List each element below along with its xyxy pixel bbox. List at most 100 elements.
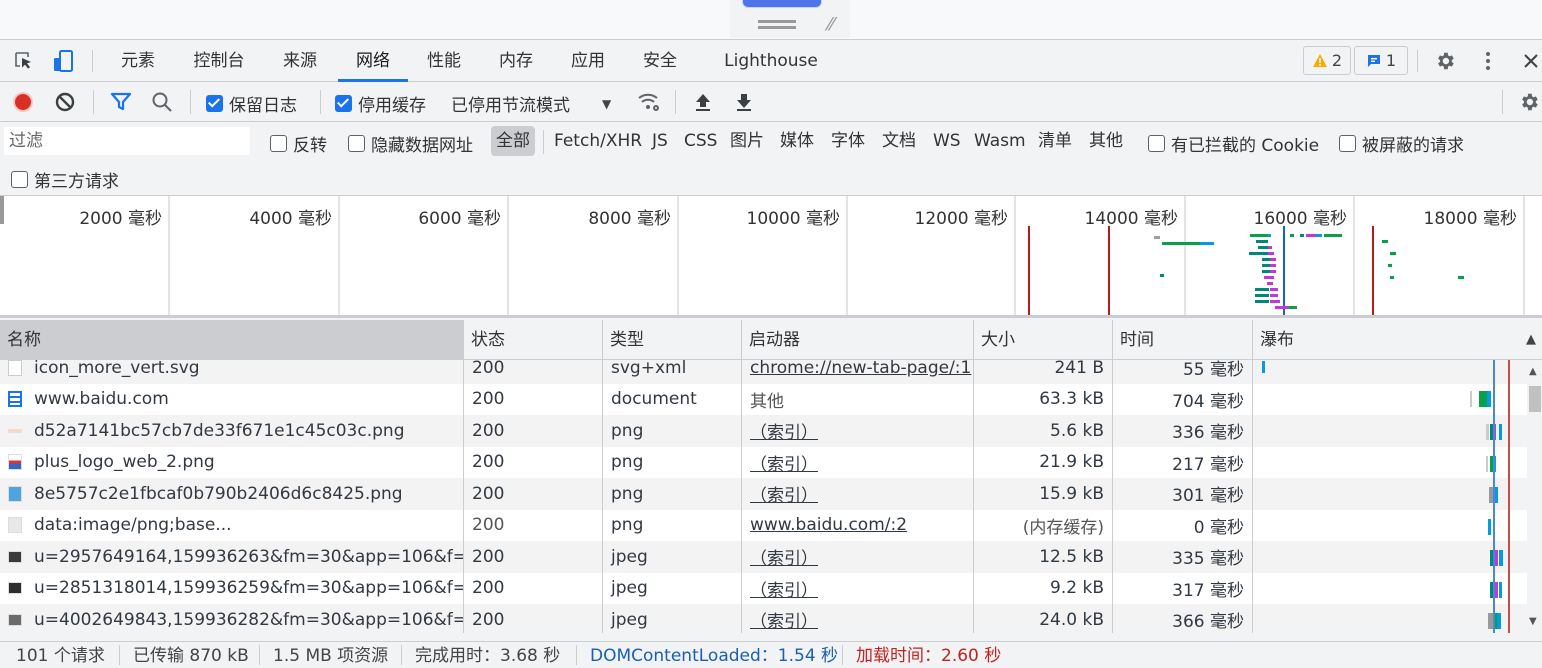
filter-type-media[interactable]: 媒体 xyxy=(775,126,819,156)
tab-lighthouse[interactable]: Lighthouse xyxy=(720,40,822,82)
device-toolbar-icon[interactable] xyxy=(51,48,77,74)
table-row[interactable]: u=4002649843,159936282&fm=30&app=106&f=J… xyxy=(0,604,1527,633)
name-value[interactable]: u=2851318014,159936259&fm=30&app=106&f=J… xyxy=(34,578,463,598)
tab-security[interactable]: 安全 xyxy=(636,40,684,82)
name-value[interactable]: data:image/png;base... xyxy=(34,515,232,535)
column-header-type[interactable]: 类型 xyxy=(603,320,742,360)
filter-type-manifest[interactable]: 清单 xyxy=(1033,126,1077,156)
filter-type-wasm[interactable]: Wasm xyxy=(969,126,1031,156)
clear-button[interactable] xyxy=(52,89,78,115)
waterfall-bar xyxy=(1495,581,1498,598)
initiator-value[interactable]: （索引） xyxy=(750,607,818,632)
devtools-resize-handle[interactable]: ⁄⁄ xyxy=(730,0,850,38)
filter-input[interactable] xyxy=(4,127,250,155)
invert-checkbox[interactable]: 反转 xyxy=(270,131,327,156)
filter-type-ws[interactable]: WS xyxy=(928,126,966,156)
blocked-requests-checkbox[interactable]: 被屏蔽的请求 xyxy=(1339,131,1464,156)
column-header-initiator[interactable]: 启动器 xyxy=(742,320,974,360)
blocked-cookies-checkbox[interactable]: 有已拦截的 Cookie xyxy=(1148,131,1319,156)
tab-memory[interactable]: 内存 xyxy=(492,40,540,82)
waterfall-bar xyxy=(1487,390,1491,407)
disable-cache-checkbox[interactable]: 停用缓存 xyxy=(335,91,426,116)
size-value: (内存缓存) xyxy=(1022,517,1104,538)
import-har-button[interactable] xyxy=(690,89,716,115)
status-value: 200 xyxy=(472,578,505,599)
name-value[interactable]: www.baidu.com xyxy=(34,389,169,409)
type-value: document xyxy=(611,389,697,410)
network-settings-gear-icon[interactable] xyxy=(1516,89,1542,115)
name-value[interactable]: icon_more_vert.svg xyxy=(34,360,200,378)
tab-elements[interactable]: 元素 xyxy=(114,40,162,82)
load-event-line xyxy=(1108,226,1110,315)
column-header-size[interactable]: 大小 xyxy=(974,320,1113,360)
scroll-down-arrow-icon[interactable]: ▼ xyxy=(1529,616,1537,627)
initiator-value[interactable]: chrome://new-tab-page/:1 xyxy=(750,360,971,378)
filter-type-css[interactable]: CSS xyxy=(679,126,722,156)
name-value[interactable]: 8e5757c2e1fbcaf0b790b2406d6c8425.png xyxy=(34,484,403,504)
table-row[interactable]: u=2957649164,159936263&fm=30&app=106&f=J… xyxy=(0,541,1527,573)
filter-type-other[interactable]: 其他 xyxy=(1084,126,1128,156)
tab-network[interactable]: 网络 xyxy=(338,40,408,82)
column-header-name[interactable]: 名称 xyxy=(0,320,464,360)
image-thumb-icon xyxy=(8,517,22,534)
cell-initiator: （索引） xyxy=(742,446,974,478)
search-button[interactable] xyxy=(149,89,175,115)
initiator-value[interactable]: （索引） xyxy=(750,418,818,443)
initiator-value[interactable]: （索引） xyxy=(750,481,818,506)
filter-type-fetch-xhr[interactable]: Fetch/XHR xyxy=(549,126,647,156)
third-party-checkbox[interactable]: 第三方请求 xyxy=(11,167,119,192)
name-value[interactable]: u=4002649843,159936282&fm=30&app=106&f=J… xyxy=(34,610,463,630)
filter-type-img[interactable]: 图片 xyxy=(725,126,769,156)
name-value[interactable]: d52a7141bc57cb7de33f671e1c45c03c.png xyxy=(34,421,404,441)
messages-badge[interactable]: 1 xyxy=(1354,46,1408,75)
filter-type-doc[interactable]: 文档 xyxy=(877,126,921,156)
throttling-select[interactable]: 已停用节流模式 ▼ xyxy=(451,91,611,116)
table-row[interactable]: plus_logo_web_2.png 200 png （索引） 21.9 kB 217 … xyxy=(0,446,1527,478)
size-value: 241 B xyxy=(1054,360,1104,378)
settings-gear-icon[interactable] xyxy=(1432,48,1458,74)
column-header-waterfall[interactable]: 瀑布 ▲ xyxy=(1253,320,1542,360)
cell-status: 200 xyxy=(464,509,603,541)
filter-type-font[interactable]: 字体 xyxy=(826,126,870,156)
table-vertical-scrollbar[interactable]: ▲ ▼ xyxy=(1527,360,1542,633)
initiator-value[interactable]: （索引） xyxy=(750,450,818,475)
name-value[interactable]: plus_logo_web_2.png xyxy=(34,452,215,472)
column-header-status[interactable]: 状态 xyxy=(464,320,603,360)
preserve-log-checkbox[interactable]: 保留日志 xyxy=(206,91,297,116)
tab-console[interactable]: 控制台 xyxy=(186,40,252,82)
scroll-up-arrow-icon[interactable]: ▲ xyxy=(1529,366,1537,377)
table-row[interactable]: data:image/png;base... 200 png www.baidu.co… xyxy=(0,509,1527,541)
close-icon[interactable] xyxy=(1518,48,1542,74)
name-value[interactable]: u=2957649164,159936263&fm=30&app=106&f=J… xyxy=(34,547,463,567)
table-row[interactable]: u=2851318014,159936259&fm=30&app=106&f=J… xyxy=(0,572,1527,604)
overview-request-bar xyxy=(1262,258,1270,261)
table-row[interactable]: d52a7141bc57cb7de33f671e1c45c03c.png 200 p… xyxy=(0,415,1527,447)
record-button[interactable] xyxy=(10,89,36,115)
wifi-settings-icon xyxy=(638,93,659,111)
timeline-overview[interactable]: 2000 毫秒 4000 毫秒 6000 毫秒 8000 毫秒 10000 毫秒 1200… xyxy=(0,196,1542,318)
filter-type-js[interactable]: JS xyxy=(647,126,673,156)
initiator-value[interactable]: （索引） xyxy=(750,544,818,569)
hide-data-urls-checkbox[interactable]: 隐藏数据网址 xyxy=(348,131,473,156)
table-row[interactable]: icon_more_vert.svg 200 svg+xml chrome://new… xyxy=(0,360,1527,384)
overview-request-bar xyxy=(1324,234,1342,237)
more-options-icon[interactable] xyxy=(1475,48,1501,74)
tab-performance[interactable]: 性能 xyxy=(420,40,468,82)
network-conditions-button[interactable] xyxy=(636,89,662,115)
tab-sources[interactable]: 来源 xyxy=(276,40,324,82)
scrollbar-thumb[interactable] xyxy=(1529,386,1541,412)
initiator-value[interactable]: www.baidu.com/:2 xyxy=(750,515,907,535)
filter-button[interactable] xyxy=(108,89,134,115)
column-header-time[interactable]: 时间 xyxy=(1113,320,1253,360)
tab-application[interactable]: 应用 xyxy=(564,40,612,82)
filter-type-all[interactable]: 全部 xyxy=(491,126,535,156)
waterfall-bar xyxy=(1497,613,1501,629)
table-row[interactable]: 8e5757c2e1fbcaf0b790b2406d6c8425.png 200 p… xyxy=(0,478,1527,510)
cell-type: svg+xml xyxy=(603,360,742,384)
table-row[interactable]: www.baidu.com 200 document 其他 63.3 kB 704 毫秒 xyxy=(0,383,1527,415)
export-har-button[interactable] xyxy=(731,89,757,115)
overview-grid-line xyxy=(1014,196,1016,315)
inspect-element-icon[interactable] xyxy=(11,48,37,74)
initiator-value[interactable]: （索引） xyxy=(750,576,818,601)
warnings-badge[interactable]: 2 xyxy=(1303,46,1351,75)
